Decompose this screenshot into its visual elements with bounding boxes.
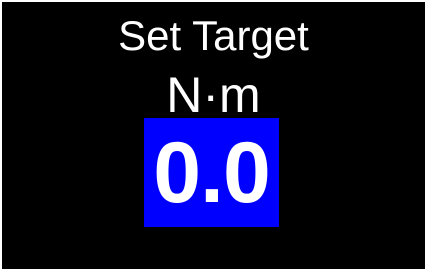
screen-title: Set Target bbox=[118, 12, 309, 59]
device-screen: Set Target N·m 0.0 bbox=[2, 2, 425, 269]
unit-label: N·m bbox=[166, 67, 261, 123]
target-value-field[interactable]: 0.0 bbox=[144, 118, 279, 227]
target-value: 0.0 bbox=[153, 125, 271, 221]
